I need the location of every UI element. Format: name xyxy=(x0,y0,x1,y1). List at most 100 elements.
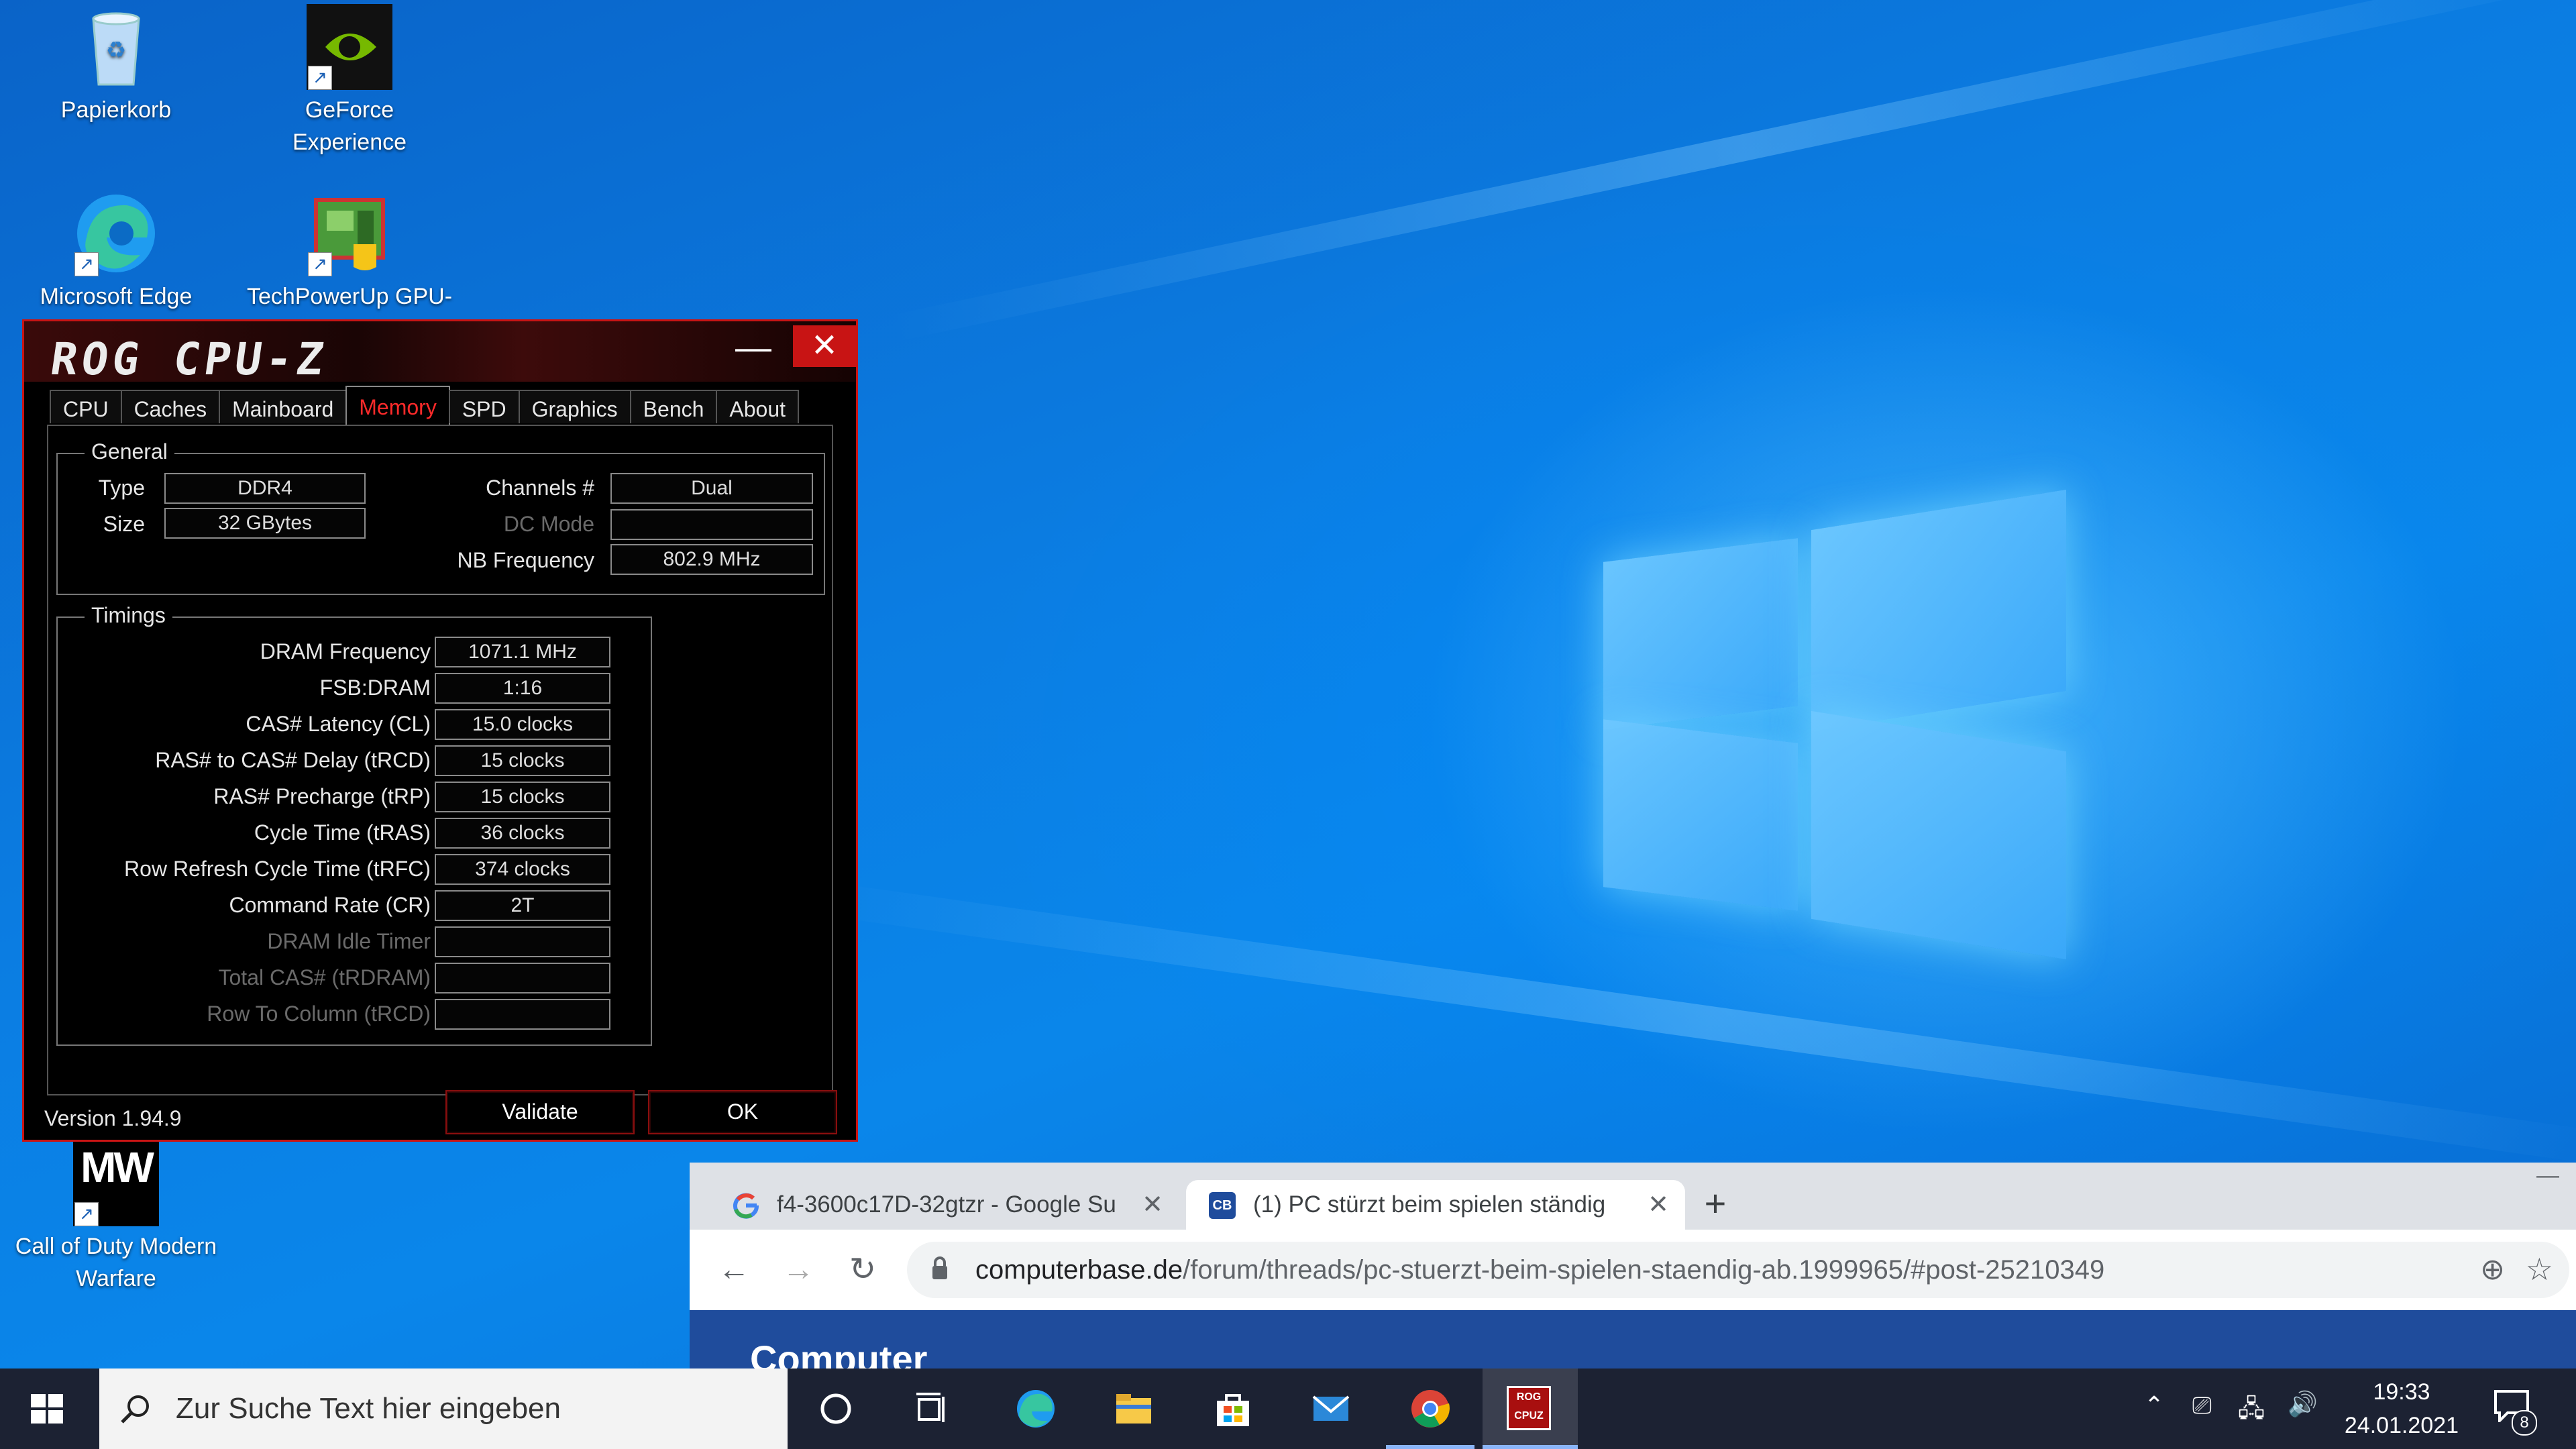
close-tab-icon[interactable]: ✕ xyxy=(1648,1180,1669,1230)
version-label: Version 1.94.9 xyxy=(44,1106,182,1130)
timing-label: FSB:DRAM xyxy=(319,676,431,700)
url-text: computerbase.de/forum/threads/pc-stuerzt… xyxy=(975,1242,2104,1298)
tab-mainboard[interactable]: Mainboard xyxy=(219,390,347,423)
timing-value xyxy=(435,999,610,1030)
timing-value xyxy=(435,926,610,957)
timing-value: 2T xyxy=(435,890,610,921)
nb-frequency-label: NB Frequency xyxy=(457,548,594,572)
chrome-minimize-button[interactable]: — xyxy=(2528,1163,2568,1203)
timing-label: DRAM Idle Timer xyxy=(267,929,431,953)
bookmark-star-icon[interactable]: ☆ xyxy=(2526,1251,2553,1287)
reload-icon[interactable]: ↻ xyxy=(843,1250,883,1290)
general-title: General xyxy=(85,439,174,464)
dc-mode-label: DC Mode xyxy=(503,512,594,536)
start-button[interactable] xyxy=(0,1368,97,1449)
tab-bench[interactable]: Bench xyxy=(629,390,718,423)
recycle-bin-icon: ♻ xyxy=(73,4,159,90)
mail-icon[interactable] xyxy=(1287,1368,1375,1449)
search-placeholder: Zur Suche Text hier eingeben xyxy=(176,1392,561,1425)
desktop-icon-label: Call of Duty Modern Warfare xyxy=(15,1234,217,1291)
clock[interactable]: 19:33 24.01.2021 xyxy=(2334,1375,2469,1442)
search-icon xyxy=(121,1395,149,1424)
minimize-button[interactable]: — xyxy=(730,329,777,371)
chrome-tab-google[interactable]: f4-3600c17D-32gtzr - Google Su ✕ xyxy=(710,1180,1179,1230)
gpu-z-icon: ↗ xyxy=(307,191,392,276)
edge-icon: ↗ xyxy=(73,191,159,276)
timing-value: 1:16 xyxy=(435,673,610,704)
tab-graphics[interactable]: Graphics xyxy=(518,390,631,423)
computerbase-icon: CB xyxy=(1209,1192,1236,1219)
page-content-strip: Computer xyxy=(690,1310,2576,1371)
chrome-window[interactable]: f4-3600c17D-32gtzr - Google Su ✕ CB (1) … xyxy=(690,1163,2576,1371)
chrome-tab-computerbase[interactable]: CB (1) PC stürzt beim spielen ständig ✕ xyxy=(1186,1180,1685,1230)
size-label: Size xyxy=(103,512,145,536)
windows-logo-pane xyxy=(1603,538,1798,730)
task-view-icon[interactable] xyxy=(888,1368,977,1449)
timing-label: Total CAS# (tRDRAM) xyxy=(218,965,431,989)
cpuz-window[interactable]: ROG CPU-Z — ✕ CPU Caches Mainboard Memor… xyxy=(22,319,858,1142)
notification-center-icon[interactable]: 8 xyxy=(2493,1389,2537,1436)
type-value: DDR4 xyxy=(164,473,366,504)
cpuz-tabs: CPU Caches Mainboard Memory SPD Graphics… xyxy=(50,386,800,425)
network-icon[interactable]: 🖧 xyxy=(2238,1391,2265,1432)
size-value: 32 GBytes xyxy=(164,508,366,539)
shortcut-arrow-icon: ↗ xyxy=(308,252,332,276)
tab-memory[interactable]: Memory xyxy=(345,386,450,425)
tab-about[interactable]: About xyxy=(716,390,800,423)
meet-now-icon[interactable]: ⎚ xyxy=(2192,1391,2212,1420)
timing-value: 15 clocks xyxy=(435,782,610,812)
tab-spd[interactable]: SPD xyxy=(448,390,520,423)
tab-cpu[interactable]: CPU xyxy=(50,390,122,423)
timing-label: Cycle Time (tRAS) xyxy=(254,820,431,845)
dc-mode-value xyxy=(610,509,813,540)
tab-caches[interactable]: Caches xyxy=(120,390,221,423)
type-label: Type xyxy=(98,476,145,500)
chrome-icon[interactable] xyxy=(1386,1368,1474,1449)
desktop-icon-edge[interactable]: ↗ Microsoft Edge xyxy=(12,191,220,313)
file-explorer-icon[interactable] xyxy=(1089,1368,1178,1449)
desktop-icon-recycle-bin[interactable]: ♻ Papierkorb xyxy=(12,4,220,126)
nvidia-geforce-icon: ↗ xyxy=(307,4,392,90)
url-path: /forum/threads/pc-stuerzt-beim-spielen-s… xyxy=(1183,1255,2105,1285)
svg-text:♻: ♻ xyxy=(106,38,126,63)
google-g-icon xyxy=(733,1193,759,1219)
windows-logo-pane xyxy=(1811,710,2066,960)
close-button[interactable]: ✕ xyxy=(793,325,856,367)
timing-label: RAS# Precharge (tRP) xyxy=(213,784,431,808)
validate-button[interactable]: Validate xyxy=(445,1090,635,1134)
desktop-icon-call-of-duty[interactable]: MW ↗ Call of Duty Modern Warfare xyxy=(12,1140,220,1295)
close-tab-icon[interactable]: ✕ xyxy=(1142,1180,1163,1230)
notification-count-badge: 8 xyxy=(2512,1410,2537,1436)
clock-date: 24.01.2021 xyxy=(2344,1413,2459,1438)
desktop-icon-geforce[interactable]: ↗ GeForce Experience xyxy=(246,4,453,158)
taskbar-search-box[interactable]: Zur Suche Text hier eingeben xyxy=(99,1368,788,1449)
channels-label: Channels # xyxy=(486,476,594,500)
show-hidden-icons-icon[interactable]: ⌃ xyxy=(2144,1391,2164,1419)
cpuz-taskbar-button[interactable]: ROG CPUZ xyxy=(1483,1368,1578,1449)
chrome-toolbar: ← → ↻ computerbase.de/forum/threads/pc-s… xyxy=(690,1230,2576,1310)
add-page-icon[interactable]: ⊕ xyxy=(2480,1252,2505,1287)
edge-icon[interactable] xyxy=(991,1368,1080,1449)
volume-icon[interactable]: 🔊 xyxy=(2288,1390,2318,1418)
forward-icon[interactable]: → xyxy=(778,1250,818,1290)
windows-logo-pane xyxy=(1603,719,1798,911)
timing-value: 374 clocks xyxy=(435,854,610,885)
windows-start-icon xyxy=(31,1394,63,1424)
timing-value: 15 clocks xyxy=(435,745,610,776)
back-icon[interactable]: ← xyxy=(714,1250,754,1290)
cortana-icon[interactable] xyxy=(792,1368,880,1449)
timing-value: 1071.1 MHz xyxy=(435,637,610,667)
clock-time: 19:33 xyxy=(2373,1379,2430,1405)
ok-button[interactable]: OK xyxy=(648,1090,837,1134)
cpuz-titlebar[interactable]: ROG CPU-Z — ✕ xyxy=(24,321,856,385)
desktop-icon-label: Microsoft Edge xyxy=(40,284,193,309)
shortcut-arrow-icon: ↗ xyxy=(74,1202,99,1226)
address-bar[interactable]: computerbase.de/forum/threads/pc-stuerzt… xyxy=(907,1242,2569,1298)
url-domain: computerbase.de xyxy=(975,1255,1183,1285)
windows-logo-pane xyxy=(1811,489,2066,732)
store-icon[interactable] xyxy=(1189,1368,1277,1449)
timing-value: 15.0 clocks xyxy=(435,709,610,740)
new-tab-button[interactable]: + xyxy=(1692,1180,1739,1230)
taskbar: Zur Suche Text hier eingeben ROG CPUZ ⌃ … xyxy=(0,1368,2576,1449)
timing-label: Row To Column (tRCD) xyxy=(207,1002,431,1026)
